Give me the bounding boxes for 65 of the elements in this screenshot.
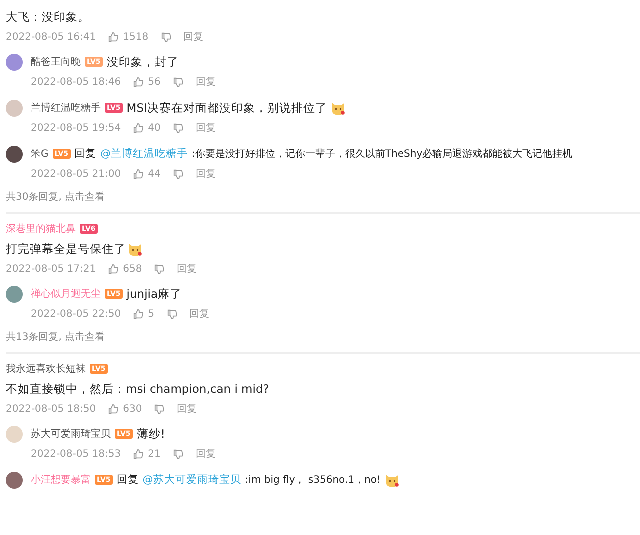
thumbs-down-icon[interactable] — [172, 122, 184, 134]
thumbs-up-icon[interactable] — [108, 404, 120, 414]
reply-link[interactable]: 回复 — [177, 262, 198, 276]
like-count: 630 — [123, 404, 142, 414]
like-count: 1518 — [123, 32, 149, 42]
comment-text: 不如直接锁中，然后：msi champion,can i mid? — [6, 382, 270, 396]
mention-link[interactable]: @苏大可爱雨琦宝贝 — [142, 473, 242, 487]
view-replies-link[interactable]: 共30条回复, 点击查看 — [6, 184, 106, 204]
timestamp: 2022-08-05 21:00 — [31, 168, 122, 180]
like-count: 5 — [148, 308, 154, 320]
avatar[interactable] — [6, 472, 23, 488]
reply-prefix: 回复 — [116, 473, 139, 487]
thumbs-up-icon[interactable] — [133, 122, 144, 134]
like-count: 40 — [148, 122, 161, 134]
thumbs-down-icon[interactable] — [172, 76, 184, 88]
thumbs-up-icon[interactable] — [133, 168, 144, 180]
comment-text: 打完弹幕全是号保住了 — [6, 242, 126, 256]
reply-text: 薄纱! — [136, 426, 166, 442]
reply-text: :im big fly， s356no.1，no! — [245, 474, 381, 487]
reply-text: 没印象，封了 — [106, 54, 179, 70]
reply-link[interactable]: 回复 — [196, 167, 216, 181]
username[interactable]: 笨G — [31, 147, 49, 161]
reply-link[interactable]: 回复 — [190, 307, 210, 321]
timestamp: 2022-08-05 17:21 — [6, 264, 96, 274]
username[interactable]: 兰博红温吃糖手 — [31, 101, 101, 115]
thumbs-up-icon[interactable] — [133, 448, 144, 460]
thumbs-up-icon[interactable] — [108, 32, 120, 42]
like-count: 21 — [148, 448, 161, 460]
mention-link[interactable]: @兰博红温吃糖手 — [100, 147, 188, 161]
avatar[interactable] — [6, 146, 23, 162]
like-count: 658 — [123, 264, 142, 274]
reply-link[interactable]: 回复 — [184, 30, 204, 44]
username[interactable]: 苏大可爱雨琦宝贝 — [31, 427, 111, 441]
username[interactable]: 禅心似月迥无尘 — [31, 287, 101, 301]
reply-text: MSI决赛在对面都没印象，别说排位了 — [126, 100, 328, 116]
reply-link[interactable]: 回复 — [177, 402, 198, 416]
reply-link[interactable]: 回复 — [196, 121, 216, 135]
timestamp: 2022-08-05 18:46 — [31, 76, 122, 88]
username[interactable]: 深巷里的猫北鼻 — [6, 222, 76, 236]
username[interactable]: 我永远喜欢长短袜 — [6, 362, 86, 376]
thumbs-up-icon[interactable] — [108, 264, 120, 274]
username[interactable]: 小汪想要暴富 — [31, 473, 91, 487]
thumbs-up-icon[interactable] — [133, 76, 144, 88]
timestamp: 2022-08-05 18:50 — [6, 404, 96, 414]
thumbs-up-icon[interactable] — [133, 308, 144, 320]
timestamp: 2022-08-05 22:50 — [31, 308, 122, 320]
view-replies-link[interactable]: 共13条回复, 点击查看 — [6, 324, 106, 344]
reply-text: junjia麻了 — [126, 286, 182, 302]
thumbs-down-icon[interactable] — [166, 308, 178, 320]
thumbs-down-icon[interactable] — [160, 32, 172, 42]
timestamp: 2022-08-05 18:53 — [31, 448, 122, 460]
reply-link[interactable]: 回复 — [196, 75, 216, 89]
reply-text: :你要是没打好排位，记你一辈子，很久以前TheShy必输局退游戏都能被大飞记他挂机 — [192, 148, 573, 161]
thumbs-down-icon[interactable] — [172, 448, 184, 460]
like-count: 56 — [148, 76, 161, 88]
thumbs-down-icon[interactable] — [154, 404, 166, 414]
thumbs-down-icon[interactable] — [172, 168, 184, 180]
reply-link[interactable]: 回复 — [196, 447, 216, 461]
timestamp: 2022-08-05 19:54 — [31, 122, 122, 134]
comment-text: 大飞：没印象。 — [6, 10, 90, 24]
username[interactable]: 酷爸王向晚 — [31, 55, 81, 69]
reply-prefix: 回复 — [74, 147, 97, 161]
thumbs-down-icon[interactable] — [154, 264, 166, 274]
timestamp: 2022-08-05 16:41 — [6, 32, 96, 42]
like-count: 44 — [148, 168, 161, 180]
